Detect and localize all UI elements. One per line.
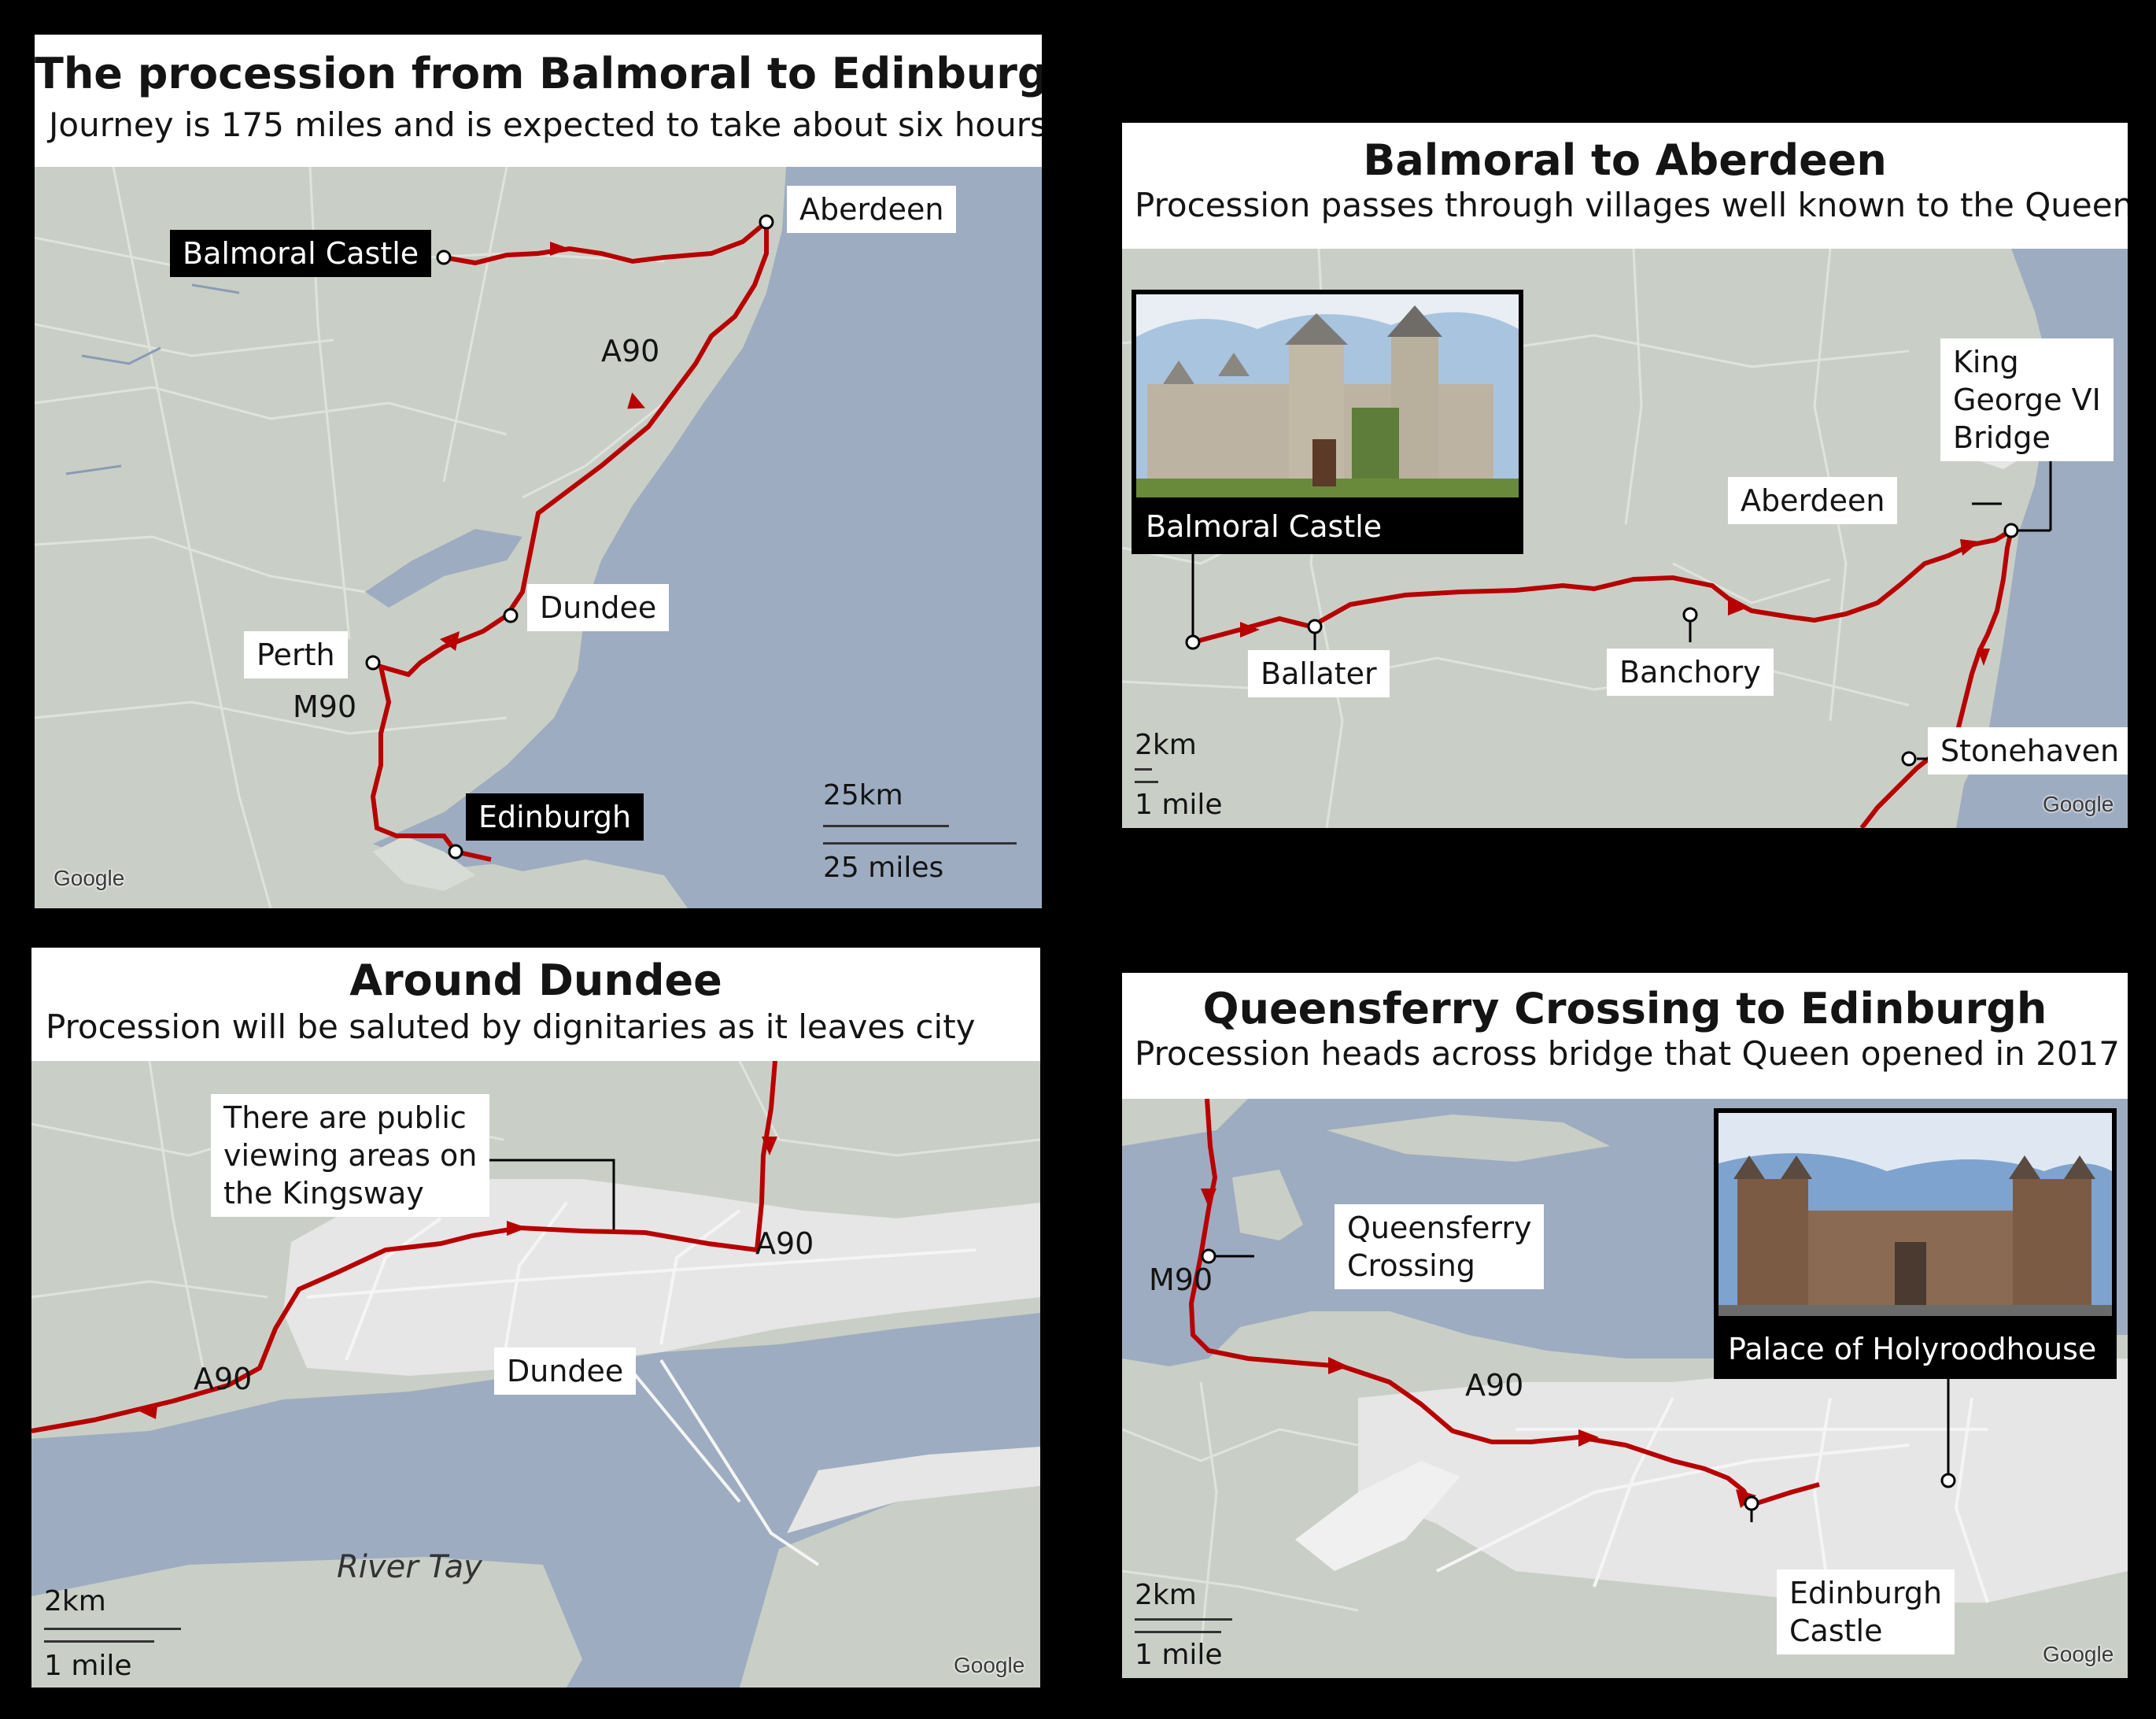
scale-bar-miles	[823, 842, 1017, 845]
road-label-a90-west: A90	[194, 1362, 253, 1396]
panel-header: Queensferry Crossing to Edinburgh Proces…	[1122, 973, 2128, 1099]
panel-header: Around Dundee Procession will be saluted…	[31, 948, 1040, 1061]
holyroodhouse-marker	[1940, 1473, 1956, 1488]
dundee-map: There are public viewing areas on the Ki…	[31, 1061, 1040, 1688]
google-attribution: Google	[54, 866, 125, 890]
panel-title: The procession from Balmoral to Edinburg…	[35, 49, 1042, 98]
queensferry-marker	[1201, 1248, 1216, 1264]
scale-km-label: 25km	[823, 779, 903, 811]
road-label-a90-east: A90	[755, 1226, 814, 1261]
scale-bar-miles	[1135, 1631, 1221, 1633]
label-ballater: Ballater	[1248, 650, 1390, 697]
google-attribution: Google	[2043, 792, 2114, 816]
label-balmoral-castle: Balmoral Castle	[170, 230, 432, 277]
map-panel-dundee: Around Dundee Procession will be saluted…	[31, 948, 1040, 1688]
panel-subtitle: Procession passes through villages well …	[1135, 186, 2128, 224]
balmoral-marker	[1185, 634, 1201, 650]
panel-subtitle: Journey is 175 miles and is expected to …	[49, 105, 1042, 144]
map-panel-queensferry-edinburgh: Queensferry Crossing to Edinburgh Proces…	[1122, 973, 2128, 1678]
edinburgh-castle-marker	[1744, 1495, 1759, 1511]
road-label-m90: M90	[293, 689, 357, 724]
scale-miles-label: 25 miles	[823, 852, 944, 884]
scale-bar-km	[44, 1628, 181, 1630]
road-label-a90: A90	[601, 334, 660, 368]
aberdeen-marker	[759, 214, 774, 230]
label-edinburgh: Edinburgh	[466, 793, 644, 841]
scale-bar-miles	[44, 1640, 154, 1643]
label-aberdeen: Aberdeen	[787, 186, 957, 233]
palace-of-holyroodhouse-photo: Palace of Holyroodhouse	[1714, 1108, 2117, 1379]
photo-caption: Palace of Holyroodhouse	[1728, 1332, 2097, 1366]
label-aberdeen: Aberdeen	[1728, 477, 1898, 524]
scale-bar-km	[1135, 1618, 1232, 1621]
dundee-marker	[503, 608, 519, 623]
label-perth: Perth	[244, 631, 348, 678]
label-banchory: Banchory	[1607, 649, 1774, 696]
balmoral-marker	[436, 250, 452, 265]
scale-km-label: 2km	[1135, 729, 1197, 761]
google-attribution: Google	[2043, 1642, 2114, 1666]
label-king-george-vi-bridge: King George VI Bridge	[1940, 338, 2114, 461]
scale-km-label: 2km	[44, 1585, 106, 1617]
label-kingsway-viewing-areas: There are public viewing areas on the Ki…	[211, 1094, 490, 1217]
perth-marker	[365, 655, 381, 671]
balmoral-aberdeen-map: Balmoral Castle King George VI Bridge Ab…	[1122, 249, 2128, 828]
ballater-marker	[1307, 619, 1323, 634]
aberdeen-marker	[2003, 523, 2019, 538]
scale-bar-km	[1135, 768, 1152, 771]
overview-map: Balmoral Castle Aberdeen Dundee Perth Ed…	[35, 167, 1042, 908]
panel-subtitle: Procession heads across bridge that Quee…	[1135, 1034, 2121, 1073]
map-panel-overview: The procession from Balmoral to Edinburg…	[35, 35, 1042, 908]
scale-bar-miles	[1135, 781, 1158, 783]
scale-miles-label: 1 mile	[1135, 1639, 1223, 1671]
panel-title: Around Dundee	[349, 956, 722, 1005]
label-edinburgh-castle: Edinburgh Castle	[1777, 1569, 1955, 1654]
label-queensferry-crossing: Queensferry Crossing	[1335, 1204, 1545, 1289]
label-dundee: Dundee	[494, 1347, 637, 1395]
scale-miles-label: 1 mile	[44, 1650, 132, 1682]
scale-miles-label: 1 mile	[1135, 789, 1223, 821]
map-panel-balmoral-aberdeen: Balmoral to Aberdeen Procession passes t…	[1122, 123, 2128, 828]
queensferry-edinburgh-map: Palace of Holyroodhouse Queensferry Cros…	[1122, 1099, 2128, 1678]
road-label-m90: M90	[1149, 1262, 1213, 1297]
label-stonehaven: Stonehaven	[1928, 727, 2128, 774]
panel-title: Balmoral to Aberdeen	[1363, 135, 1887, 185]
balmoral-castle-photo: Balmoral Castle	[1132, 290, 1523, 554]
scale-bar-km	[823, 825, 949, 827]
panel-subtitle: Procession will be saluted by dignitarie…	[46, 1007, 976, 1046]
photo-caption: Balmoral Castle	[1146, 509, 1383, 544]
panel-header: The procession from Balmoral to Edinburg…	[35, 35, 1042, 167]
banchory-marker	[1682, 607, 1698, 623]
scale-km-label: 2km	[1135, 1579, 1197, 1611]
road-label-a90: A90	[1465, 1368, 1524, 1403]
google-attribution: Google	[954, 1653, 1025, 1677]
stonehaven-marker	[1901, 751, 1917, 767]
river-tay-label: River Tay	[337, 1549, 482, 1585]
panel-header: Balmoral to Aberdeen Procession passes t…	[1122, 123, 2128, 249]
panel-title: Queensferry Crossing to Edinburgh	[1202, 984, 2047, 1033]
edinburgh-marker	[448, 844, 463, 860]
label-dundee: Dundee	[527, 584, 670, 631]
